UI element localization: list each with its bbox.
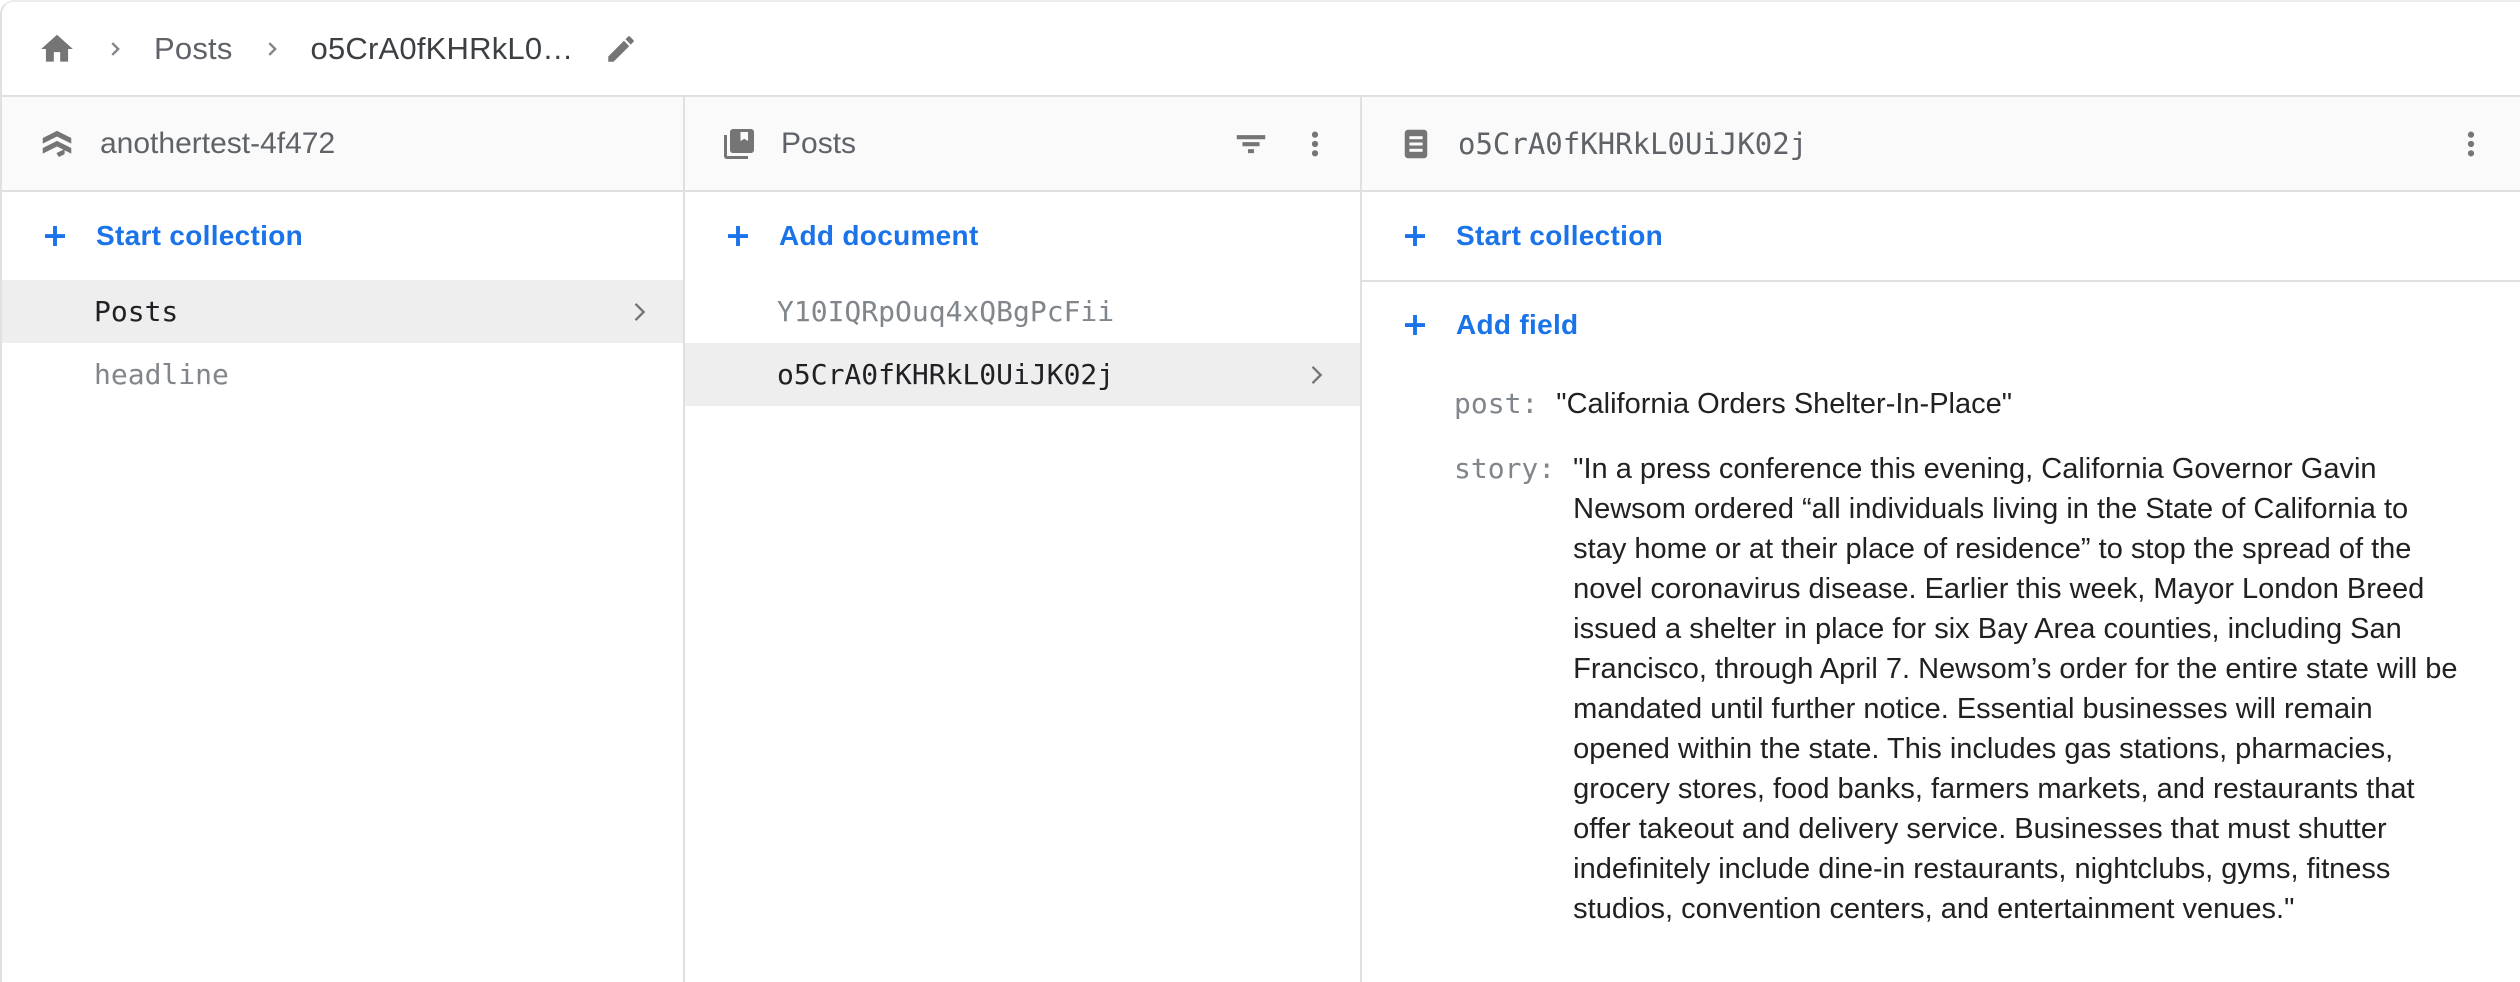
chevron-right-icon	[261, 38, 283, 60]
start-collection-button[interactable]: Start collection	[2, 192, 683, 280]
more-vert-icon[interactable]	[2454, 127, 2488, 161]
field-value[interactable]: "California Orders Shelter-In-Place"	[1556, 384, 2012, 424]
document-panel-header: o5CrA0fKHRkL0UiJK02j	[1362, 97, 2520, 192]
chevron-right-icon	[625, 298, 653, 326]
panels: anothertest-4f472 Start collection Posts…	[2, 97, 2520, 982]
plus-icon	[40, 221, 70, 251]
start-collection-label: Start collection	[1456, 220, 1663, 252]
field-value[interactable]: "In a press conference this evening, Cal…	[1573, 449, 2464, 929]
document-title: o5CrA0fKHRkL0UiJK02j	[1458, 127, 2430, 161]
document-fields: post: "California Orders Shelter-In-Plac…	[1362, 368, 2520, 954]
collection-panel-header: Posts	[685, 97, 1360, 192]
document-row[interactable]: Y10IQRpOuq4xQBgPcFii	[685, 280, 1360, 343]
start-collection-button[interactable]: Start collection	[1362, 192, 2520, 280]
field-row-post: post: "California Orders Shelter-In-Plac…	[1454, 384, 2464, 424]
collection-book-icon	[721, 126, 757, 162]
home-icon[interactable]	[38, 30, 76, 68]
document-id: o5CrA0fKHRkL0UiJK02j	[777, 358, 1114, 391]
database-panel-header: anothertest-4f472	[2, 97, 683, 192]
edit-pencil-icon[interactable]	[604, 32, 638, 66]
breadcrumb-document: o5CrA0fKHRkL0…	[311, 31, 574, 67]
field-row-story: story: "In a press conference this eveni…	[1454, 449, 2464, 929]
document-id: Y10IQRpOuq4xQBgPcFii	[777, 295, 1114, 328]
collection-row-headline[interactable]: headline	[2, 343, 683, 406]
collection-name: Posts	[94, 295, 178, 328]
field-key: story:	[1454, 449, 1555, 489]
start-collection-label: Start collection	[96, 220, 303, 252]
add-field-button[interactable]: Add field	[1362, 282, 2520, 368]
documents-panel: Posts Add document Y10IQRpOuq4xQBgPcFii …	[685, 97, 1362, 982]
breadcrumb-collection[interactable]: Posts	[154, 31, 233, 67]
plus-icon	[723, 221, 753, 251]
collection-row-posts[interactable]: Posts	[2, 280, 683, 343]
collections-panel: anothertest-4f472 Start collection Posts…	[2, 97, 685, 982]
document-icon	[1398, 126, 1434, 162]
add-document-button[interactable]: Add document	[685, 192, 1360, 280]
plus-icon	[1400, 310, 1430, 340]
field-key: post:	[1454, 384, 1538, 424]
database-title: anothertest-4f472	[100, 127, 655, 161]
chevron-right-icon	[104, 38, 126, 60]
document-detail-panel: o5CrA0fKHRkL0UiJK02j Start collection Ad…	[1362, 97, 2520, 982]
add-field-label: Add field	[1456, 309, 1578, 341]
breadcrumb: Posts o5CrA0fKHRkL0…	[2, 2, 2520, 97]
more-vert-icon[interactable]	[1298, 127, 1332, 161]
collection-name: headline	[94, 358, 229, 391]
document-row-selected[interactable]: o5CrA0fKHRkL0UiJK02j	[685, 343, 1360, 406]
firestore-data-viewer: Posts o5CrA0fKHRkL0… anothertest-4f472 S…	[0, 0, 2520, 982]
chevron-right-icon	[1302, 361, 1330, 389]
collection-title: Posts	[781, 127, 1208, 161]
filter-icon[interactable]	[1232, 125, 1270, 163]
add-document-label: Add document	[779, 220, 979, 252]
firestore-database-icon	[38, 125, 76, 163]
plus-icon	[1400, 221, 1430, 251]
